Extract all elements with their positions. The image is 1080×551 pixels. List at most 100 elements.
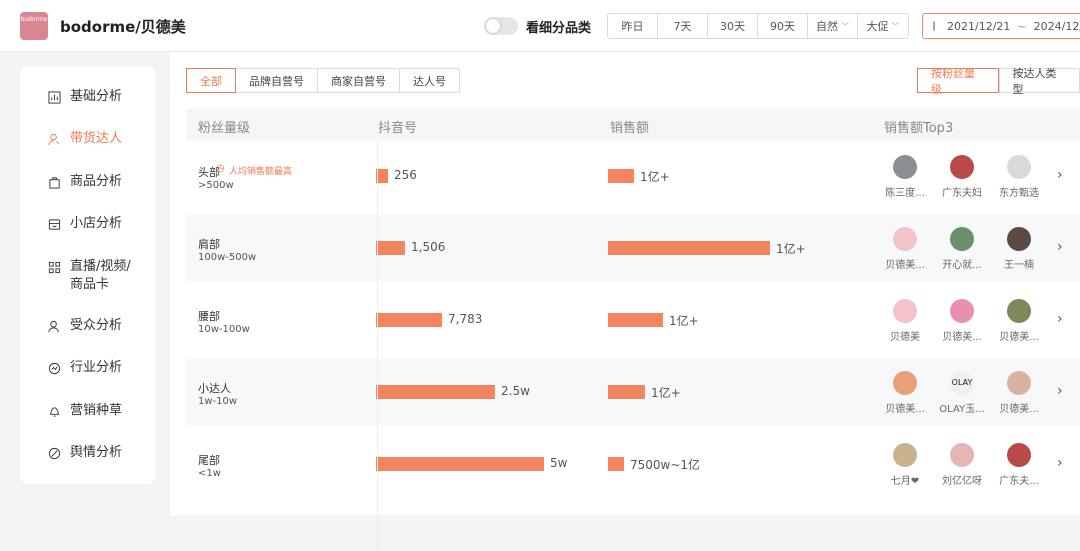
avatar [1007, 227, 1031, 251]
sales-value: 1亿+ [776, 240, 806, 257]
period-label: 自然 [816, 18, 838, 34]
top3-account[interactable]: 刘亿亿呀 [937, 443, 987, 487]
sidebar-item-label: 营销种草 [70, 402, 122, 420]
period-button-3[interactable]: 90天 [758, 14, 808, 38]
top3-account[interactable]: 陈三度... [880, 155, 930, 199]
top3-name: 陈三度... [880, 184, 930, 199]
top3-account[interactable]: 东方甄选 [994, 155, 1044, 199]
top3-account[interactable]: 七月❤ [880, 443, 930, 487]
avatar [950, 155, 974, 179]
chevron-right-icon[interactable]: › [1057, 167, 1063, 183]
top3-name: 贝德美... [880, 400, 930, 415]
top3-name: 七月❤ [880, 472, 930, 487]
top3-name: 广东夫... [994, 472, 1044, 487]
table-row[interactable]: 尾部<1w5w7500w~1亿七月❤刘亿亿呀广东夫...› [186, 429, 1080, 499]
chevron-right-icon[interactable]: › [1057, 239, 1063, 255]
accounts-value: 7,783 [448, 312, 482, 326]
accounts-value: 256 [394, 168, 417, 182]
avatar [950, 227, 974, 251]
table-row[interactable]: 小达人1w-10w2.5w1亿+贝德美...OLAYOLAY玉...贝德美...… [186, 357, 1080, 427]
period-label: 90天 [770, 18, 795, 34]
sidebar: 基础分析带货达人商品分析小店分析直播/视频/ 商品卡受众分析行业分析营销种草舆情… [20, 66, 155, 484]
chevron-right-icon[interactable]: › [1057, 455, 1063, 471]
sidebar-item-2[interactable]: 商品分析 [47, 173, 122, 191]
sales-bar [608, 457, 624, 471]
avatar [950, 443, 974, 467]
chevron-right-icon[interactable]: › [1057, 383, 1063, 399]
top3-account[interactable]: 开心就... [937, 227, 987, 271]
date-separator: ~ [1017, 20, 1026, 33]
top3-account[interactable]: 贝德美... [994, 371, 1044, 415]
top3-account[interactable]: 广东夫妇 [937, 155, 987, 199]
top3-name: 贝德美... [994, 400, 1044, 415]
period-button-5[interactable]: 大促﹀ [858, 14, 908, 38]
col-top3: 销售额Top3 [884, 117, 953, 136]
period-label: 30天 [720, 18, 745, 34]
top3-account[interactable]: 广东夫... [994, 443, 1044, 487]
chevron-right-icon[interactable]: › [1057, 311, 1063, 327]
sidebar-item-label: 小店分析 [70, 215, 122, 233]
group-by-buttons: 按粉丝量级按达人类型 [917, 68, 1080, 93]
sidebar-item-0[interactable]: 基础分析 [47, 88, 122, 106]
column-divider [377, 141, 378, 551]
top3-account[interactable]: 贝德美 [880, 299, 930, 343]
table-row[interactable]: 腰部10w-100w7,7831亿+贝德美贝德美...贝德美...› [186, 285, 1080, 355]
sidebar-item-4[interactable]: 直播/视频/ 商品卡 [47, 258, 131, 294]
sidebar-item-label: 带货达人 [70, 130, 122, 148]
sidebar-item-7[interactable]: 营销种草 [47, 402, 122, 420]
period-button-4[interactable]: 自然﹀ [808, 14, 858, 38]
tier-range: 100w-500w [198, 252, 256, 263]
period-button-1[interactable]: 7天 [658, 14, 708, 38]
period-button-2[interactable]: 30天 [708, 14, 758, 38]
subcategory-toggle[interactable] [484, 17, 518, 35]
tab-2[interactable]: 商家自营号 [318, 69, 400, 92]
top3-account[interactable]: 贝德美... [880, 371, 930, 415]
tier-range: 10w-100w [198, 324, 250, 335]
accounts-value: 2.5w [501, 384, 530, 398]
avatar [893, 155, 917, 179]
table-row[interactable]: 肩部100w-500w1,5061亿+贝德美...开心就...王一楠› [186, 213, 1080, 283]
medal-icon: ◷ [216, 163, 225, 174]
period-label: 昨日 [622, 18, 644, 34]
sidebar-item-label: 商品分析 [70, 173, 122, 191]
top3-name: 刘亿亿呀 [937, 472, 987, 487]
group-by-button-1[interactable]: 按达人类型 [999, 68, 1080, 93]
tab-3[interactable]: 达人号 [400, 69, 459, 92]
accounts-bar [376, 457, 544, 471]
top3-account[interactable]: 贝德美... [880, 227, 930, 271]
top3-account[interactable]: 王一楠 [994, 227, 1044, 271]
sales-value: 1亿+ [669, 312, 699, 329]
tab-0[interactable]: 全部 [186, 68, 236, 93]
sidebar-item-6[interactable]: 行业分析 [47, 359, 122, 377]
sidebar-item-3[interactable]: 小店分析 [47, 215, 122, 233]
chevron-down-icon: ﹀ [841, 21, 849, 32]
audience-icon [47, 317, 61, 335]
avatar [893, 443, 917, 467]
top3-name: 贝德美... [880, 256, 930, 271]
sidebar-item-1[interactable]: 带货达人 [47, 130, 122, 148]
account-type-tabs: 全部品牌自营号商家自营号达人号 [186, 68, 460, 93]
table-row[interactable]: 头部>500w◷ 人均销售额最高2561亿+陈三度...广东夫妇东方甄选› [186, 141, 1080, 211]
period-button-0[interactable]: 昨日 [608, 14, 658, 38]
tier-range: <1w [198, 468, 221, 479]
sales-bar [608, 385, 645, 399]
sidebar-item-5[interactable]: 受众分析 [47, 317, 122, 335]
top3-account[interactable]: 贝德美... [994, 299, 1044, 343]
date-range-picker[interactable]: 2021/12/21 ~ 2024/12/24 [922, 13, 1080, 39]
sales-value: 1亿+ [651, 384, 681, 401]
sales-value: 7500w~1亿 [630, 456, 700, 473]
tab-1[interactable]: 品牌自营号 [236, 69, 318, 92]
group-by-button-0[interactable]: 按粉丝量级 [917, 68, 999, 93]
accounts-bar [376, 385, 495, 399]
col-accounts: 抖音号 [378, 117, 417, 136]
avatar [1007, 155, 1031, 179]
top3-account[interactable]: 贝德美... [937, 299, 987, 343]
sidebar-item-8[interactable]: 舆情分析 [47, 444, 122, 462]
avatar [1007, 443, 1031, 467]
bar-chart-icon [47, 88, 61, 106]
top3-account[interactable]: OLAYOLAY玉... [937, 371, 987, 415]
shop-icon [47, 215, 61, 233]
sales-value: 1亿+ [640, 168, 670, 185]
top3-name: 贝德美 [880, 328, 930, 343]
period-selector: 昨日7天30天90天自然﹀大促﹀ [607, 13, 909, 39]
